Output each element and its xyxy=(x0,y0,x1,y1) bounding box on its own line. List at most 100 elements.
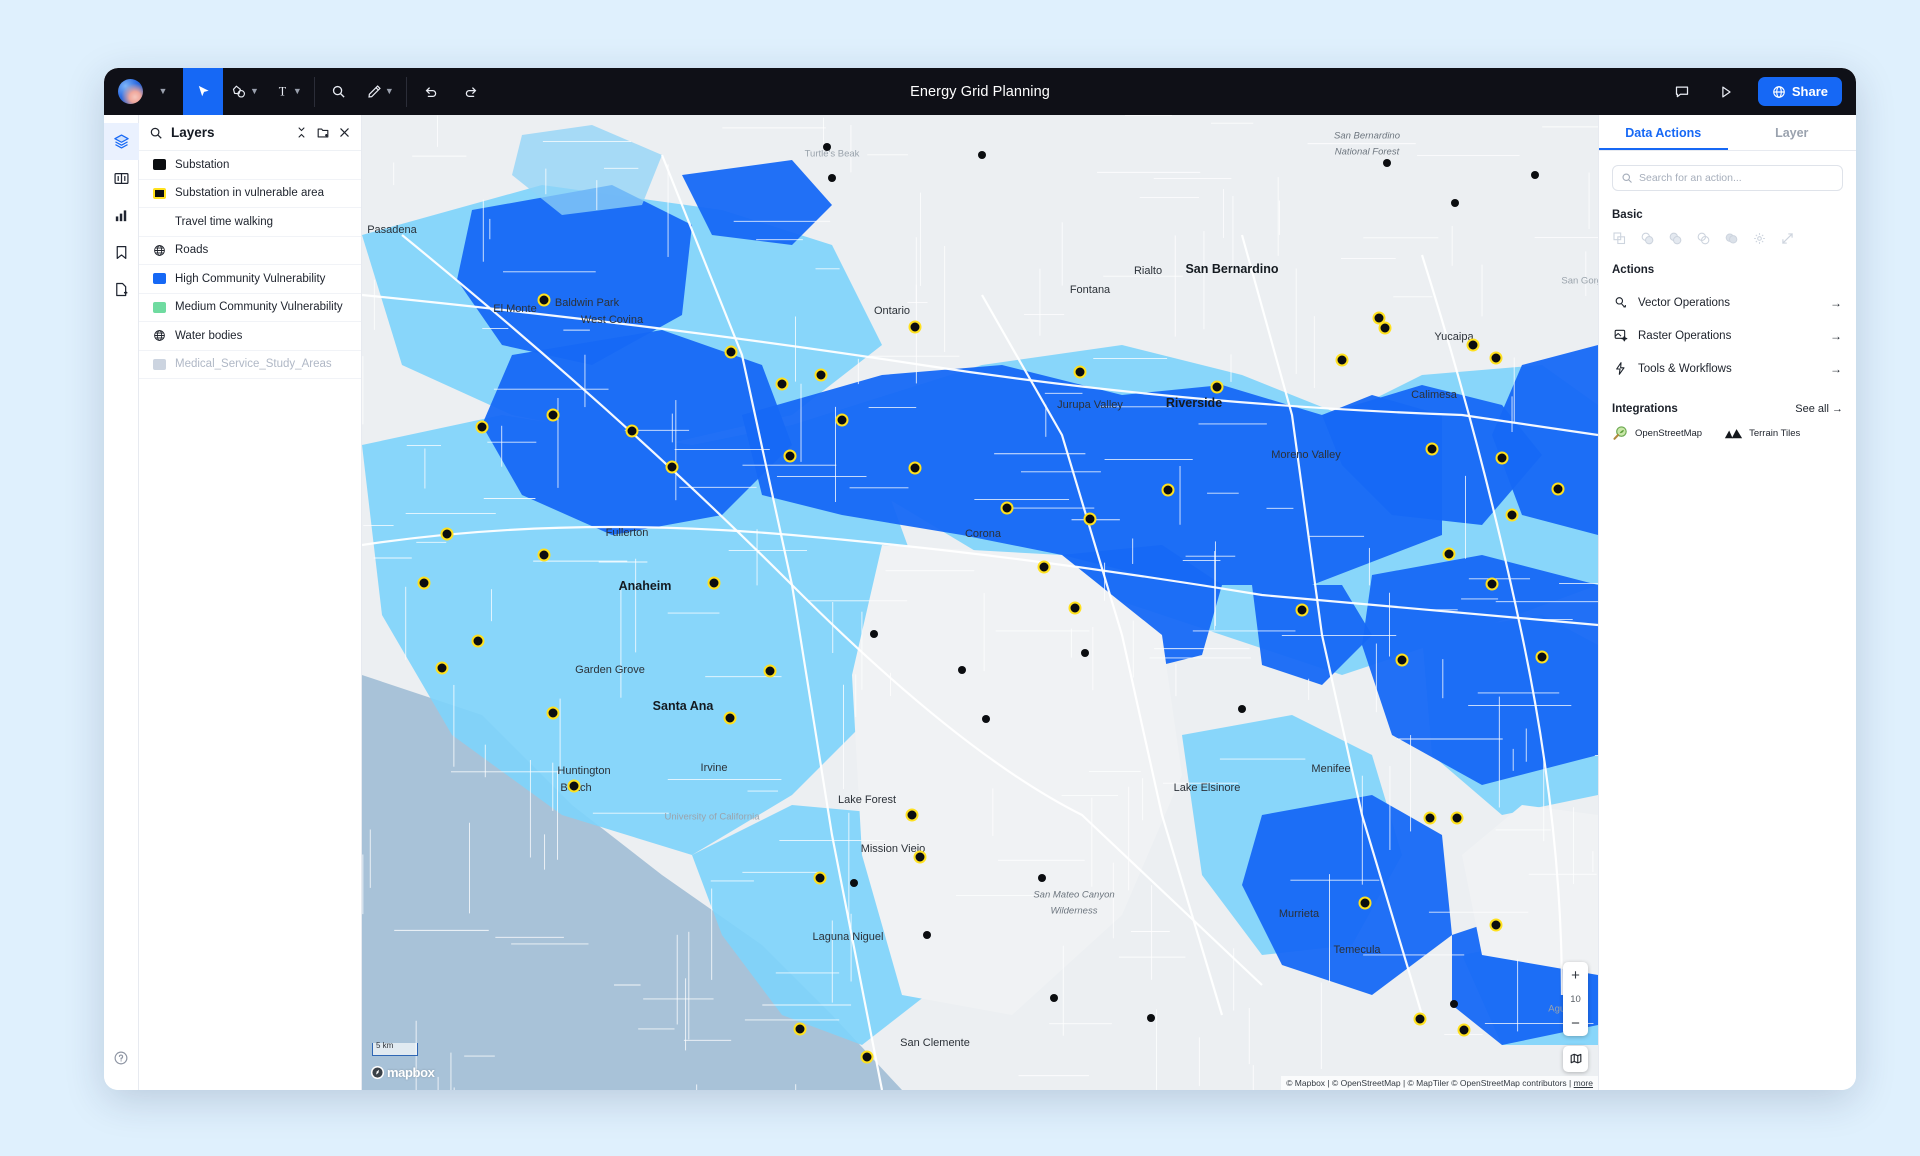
substation-vulnerable-marker[interactable] xyxy=(1490,352,1503,365)
action-raster-operations[interactable]: Raster Operations → xyxy=(1608,319,1847,352)
substation-marker[interactable] xyxy=(1147,1014,1155,1022)
simplify-icon[interactable] xyxy=(1752,231,1767,246)
substation-vulnerable-marker[interactable] xyxy=(475,421,488,434)
shape-tool-button[interactable]: ▼ xyxy=(223,68,267,115)
substation-vulnerable-marker[interactable] xyxy=(1211,381,1224,394)
substation-vulnerable-marker[interactable] xyxy=(568,780,581,793)
substation-vulnerable-marker[interactable] xyxy=(784,450,797,463)
merge-icon[interactable] xyxy=(1724,231,1739,246)
layer-row[interactable]: Substation in vulnerable area xyxy=(139,180,361,209)
map-canvas[interactable]: San BernardinoNational ForestTurtle's Be… xyxy=(362,115,1598,1090)
layer-row[interactable]: Medium Community Vulnerability xyxy=(139,294,361,323)
new-folder-icon[interactable] xyxy=(316,126,330,140)
substation-vulnerable-marker[interactable] xyxy=(471,635,484,648)
substation-marker[interactable] xyxy=(1038,874,1046,882)
substation-marker[interactable] xyxy=(958,666,966,674)
substation-vulnerable-marker[interactable] xyxy=(724,712,737,725)
substation-marker[interactable] xyxy=(828,174,836,182)
action-vector-operations[interactable]: Vector Operations → xyxy=(1608,286,1847,319)
substation-vulnerable-marker[interactable] xyxy=(906,809,919,822)
substation-marker[interactable] xyxy=(1450,1000,1458,1008)
substation-vulnerable-marker[interactable] xyxy=(1506,509,1519,522)
union-icon[interactable] xyxy=(1640,231,1655,246)
substation-vulnerable-marker[interactable] xyxy=(776,378,789,391)
attribution-more-link[interactable]: more xyxy=(1574,1078,1593,1088)
substation-marker[interactable] xyxy=(1451,199,1459,207)
substation-vulnerable-marker[interactable] xyxy=(814,872,827,885)
rail-item-library[interactable] xyxy=(104,160,139,197)
substation-vulnerable-marker[interactable] xyxy=(626,425,639,438)
comment-button[interactable] xyxy=(1662,68,1702,115)
substation-vulnerable-marker[interactable] xyxy=(1451,812,1464,825)
substation-vulnerable-marker[interactable] xyxy=(666,461,679,474)
substation-vulnerable-marker[interactable] xyxy=(1426,443,1439,456)
substation-vulnerable-marker[interactable] xyxy=(1424,812,1437,825)
layer-row[interactable]: Water bodies xyxy=(139,322,361,351)
basemap-switcher-button[interactable] xyxy=(1563,1046,1588,1072)
text-tool-button[interactable]: T ▼ xyxy=(267,68,310,115)
substation-vulnerable-marker[interactable] xyxy=(1001,502,1014,515)
substation-vulnerable-marker[interactable] xyxy=(909,321,922,334)
app-orb-icon[interactable] xyxy=(118,79,143,104)
substation-marker[interactable] xyxy=(1383,159,1391,167)
action-search-input[interactable] xyxy=(1639,172,1834,184)
substation-marker[interactable] xyxy=(823,143,831,151)
substation-marker[interactable] xyxy=(1531,171,1539,179)
layer-row[interactable]: Substation xyxy=(139,151,361,180)
substation-vulnerable-marker[interactable] xyxy=(1296,604,1309,617)
undo-button[interactable] xyxy=(411,68,451,115)
tab-layer[interactable]: Layer xyxy=(1728,115,1857,150)
substation-marker[interactable] xyxy=(1050,994,1058,1002)
zoom-out-button[interactable]: − xyxy=(1563,1010,1588,1036)
search-tool-button[interactable] xyxy=(319,68,359,115)
substation-vulnerable-marker[interactable] xyxy=(547,707,560,720)
substation-vulnerable-marker[interactable] xyxy=(815,369,828,382)
substation-marker[interactable] xyxy=(1238,705,1246,713)
layer-row[interactable]: Travel time walking xyxy=(139,208,361,237)
substation-vulnerable-marker[interactable] xyxy=(1396,654,1409,667)
rail-item-layers[interactable] xyxy=(104,123,139,160)
substation-vulnerable-marker[interactable] xyxy=(1490,919,1503,932)
expand-icon[interactable] xyxy=(1780,231,1795,246)
layer-row[interactable]: High Community Vulnerability xyxy=(139,265,361,294)
help-button[interactable] xyxy=(104,1039,139,1076)
substation-marker[interactable] xyxy=(982,715,990,723)
rail-item-add-page[interactable] xyxy=(104,271,139,308)
rail-item-charts[interactable] xyxy=(104,197,139,234)
substation-vulnerable-marker[interactable] xyxy=(1458,1024,1471,1037)
see-all-link[interactable]: See all → xyxy=(1795,403,1843,415)
substation-vulnerable-marker[interactable] xyxy=(1162,484,1175,497)
substation-vulnerable-marker[interactable] xyxy=(914,851,927,864)
substation-vulnerable-marker[interactable] xyxy=(1443,548,1456,561)
substation-marker[interactable] xyxy=(1081,649,1089,657)
integration-terrain-tiles[interactable]: Terrain Tiles xyxy=(1724,426,1800,441)
mapbox-logo[interactable]: mapbox xyxy=(370,1065,434,1080)
substation-vulnerable-marker[interactable] xyxy=(1496,452,1509,465)
substation-vulnerable-marker[interactable] xyxy=(1414,1013,1427,1026)
substation-marker[interactable] xyxy=(978,151,986,159)
substation-vulnerable-marker[interactable] xyxy=(441,528,454,541)
collapse-icon[interactable] xyxy=(295,126,308,139)
substation-vulnerable-marker[interactable] xyxy=(764,665,777,678)
substation-vulnerable-marker[interactable] xyxy=(547,409,560,422)
substation-vulnerable-marker[interactable] xyxy=(909,462,922,475)
tab-data-actions[interactable]: Data Actions xyxy=(1599,115,1728,150)
substation-vulnerable-marker[interactable] xyxy=(1074,366,1087,379)
share-button[interactable]: Share xyxy=(1758,77,1842,106)
intersect-icon[interactable] xyxy=(1668,231,1683,246)
substation-marker[interactable] xyxy=(850,879,858,887)
duplicate-icon[interactable] xyxy=(1612,231,1627,246)
substation-vulnerable-marker[interactable] xyxy=(1336,354,1349,367)
substation-marker[interactable] xyxy=(923,931,931,939)
layer-row[interactable]: Roads xyxy=(139,237,361,266)
substation-vulnerable-marker[interactable] xyxy=(1486,578,1499,591)
substation-vulnerable-marker[interactable] xyxy=(1467,339,1480,352)
substation-vulnerable-marker[interactable] xyxy=(1536,651,1549,664)
search-icon[interactable] xyxy=(149,126,163,140)
substation-vulnerable-marker[interactable] xyxy=(708,577,721,590)
difference-icon[interactable] xyxy=(1696,231,1711,246)
substation-vulnerable-marker[interactable] xyxy=(1038,561,1051,574)
substation-vulnerable-marker[interactable] xyxy=(1084,513,1097,526)
rail-item-bookmarks[interactable] xyxy=(104,234,139,271)
zoom-in-button[interactable]: + xyxy=(1563,962,1588,988)
